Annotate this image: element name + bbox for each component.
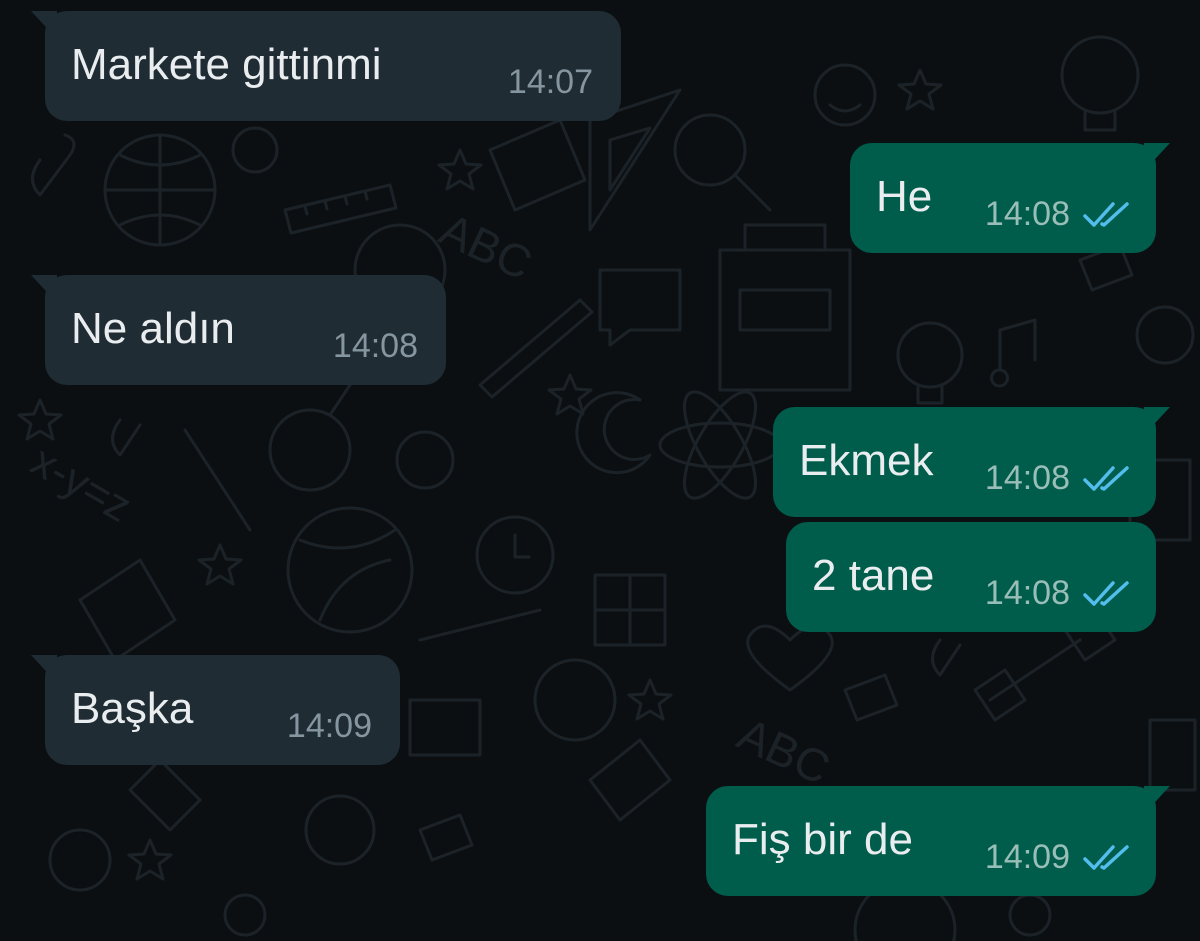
double-check-read-icon — [1083, 466, 1129, 491]
message-timestamp: 14:07 — [507, 63, 593, 101]
message-bubble-incoming[interactable]: Ne aldın 14:08 — [31, 275, 446, 385]
double-check-read-icon — [1083, 845, 1129, 870]
message-bubble-outgoing[interactable]: Fiş bir de 14:09 — [706, 786, 1170, 896]
message-text: He — [876, 172, 933, 221]
message-bubble-outgoing[interactable]: 2 tane 14:08 — [786, 522, 1156, 632]
svg-text:ABC: ABC — [730, 707, 838, 794]
message-timestamp: 14:08 — [984, 195, 1070, 233]
message-timestamp: 14:08 — [984, 574, 1070, 612]
message-bubble-outgoing[interactable]: He 14:08 — [850, 143, 1170, 253]
message-text: Fiş bir de — [732, 815, 913, 864]
message-timestamp: 14:08 — [984, 459, 1070, 497]
message-text: 2 tane — [812, 551, 935, 600]
message-bubble-incoming[interactable]: Markete gittinmi 14:07 — [31, 11, 621, 121]
message-timestamp: 14:09 — [984, 838, 1070, 876]
message-text: Ne aldın — [71, 304, 235, 353]
double-check-read-icon — [1083, 202, 1129, 227]
double-check-read-icon — [1083, 581, 1129, 606]
message-bubble-outgoing[interactable]: Ekmek 14:08 — [773, 407, 1170, 517]
message-timestamp: 14:08 — [332, 327, 418, 365]
message-text: Başka — [71, 684, 194, 733]
message-timestamp: 14:09 — [286, 707, 372, 745]
message-bubble-incoming[interactable]: Başka 14:09 — [31, 655, 400, 765]
svg-text:ABC: ABC — [432, 203, 540, 290]
message-text: Markete gittinmi — [71, 40, 382, 89]
message-text: Ekmek — [799, 436, 934, 485]
